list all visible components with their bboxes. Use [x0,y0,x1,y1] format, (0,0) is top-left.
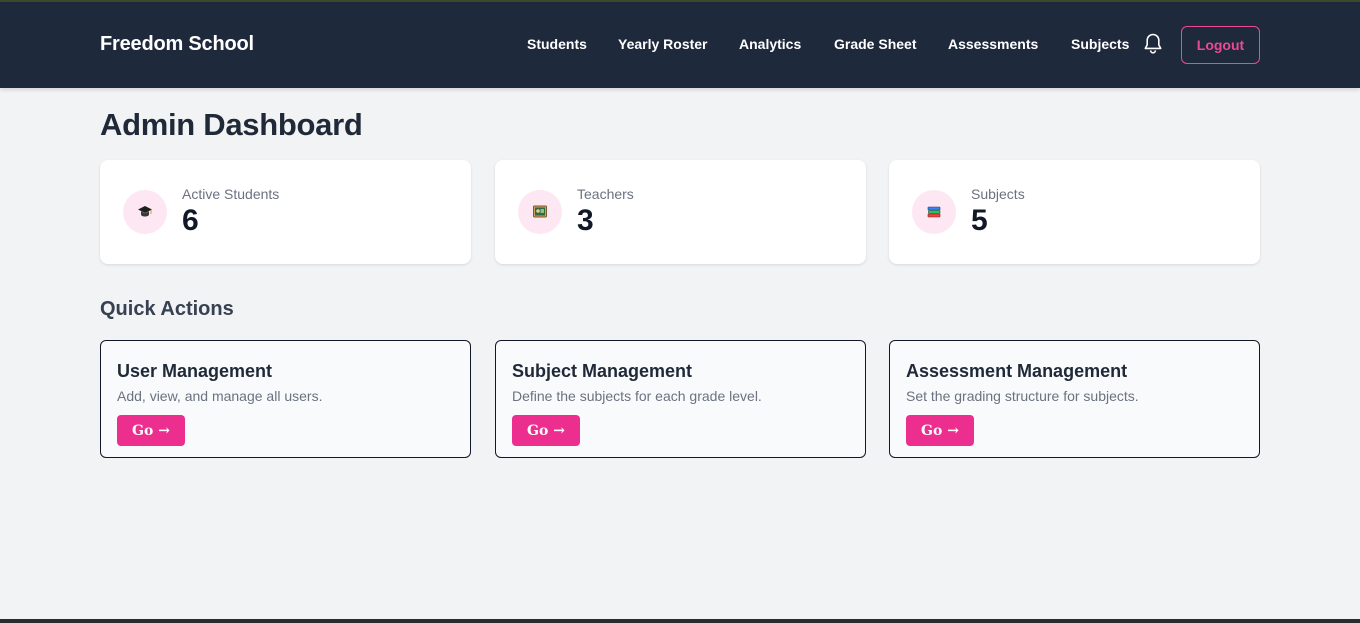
logout-button[interactable]: Logout [1181,26,1260,64]
teacher-board-icon [518,190,562,234]
nav-link-grade-sheet[interactable]: Grade Sheet [834,36,916,52]
nav-link-analytics[interactable]: Analytics [739,36,801,52]
stat-label: Active Students [182,186,280,202]
go-button-user-management[interactable]: Go → [117,415,185,446]
nav-link-yearly-roster[interactable]: Yearly Roster [618,36,708,52]
action-card-description: Set the grading structure for subjects. [906,388,1139,404]
action-card-assessment-management: Assessment Management Set the grading st… [889,340,1260,458]
action-card-title: Assessment Management [906,361,1128,381]
stat-value: 5 [971,204,988,237]
action-card-title: Subject Management [512,361,693,381]
action-card-subject-management: Subject Management Define the subjects f… [495,340,866,458]
nav-link-assessments[interactable]: Assessments [948,36,1038,52]
stat-card-active-students: Active Students 6 [100,160,471,264]
action-card-description: Add, view, and manage all users. [117,388,323,404]
action-card-user-management: User Management Add, view, and manage al… [100,340,471,458]
top-navbar: Freedom School Students Yearly Roster An… [0,2,1360,88]
stat-label: Subjects [971,186,1025,202]
nav-link-subjects[interactable]: Subjects [1071,36,1129,52]
go-button-subject-management[interactable]: Go → [512,415,580,446]
page-title: Admin Dashboard [100,107,363,142]
taskbar-edge [0,619,1360,623]
quick-actions-title: Quick Actions [100,298,234,320]
nav-link-students[interactable]: Students [527,36,587,52]
go-button-assessment-management[interactable]: Go → [906,415,974,446]
action-card-title: User Management [117,361,273,381]
graduation-cap-icon [123,190,167,234]
stat-card-teachers: Teachers 3 [495,160,866,264]
bell-icon[interactable] [1142,32,1164,56]
action-card-description: Define the subjects for each grade level… [512,388,762,404]
stat-value: 3 [577,204,594,237]
stat-value: 6 [182,204,199,237]
stat-card-subjects: Subjects 5 [889,160,1260,264]
stat-label: Teachers [577,186,634,202]
books-icon [912,190,956,234]
